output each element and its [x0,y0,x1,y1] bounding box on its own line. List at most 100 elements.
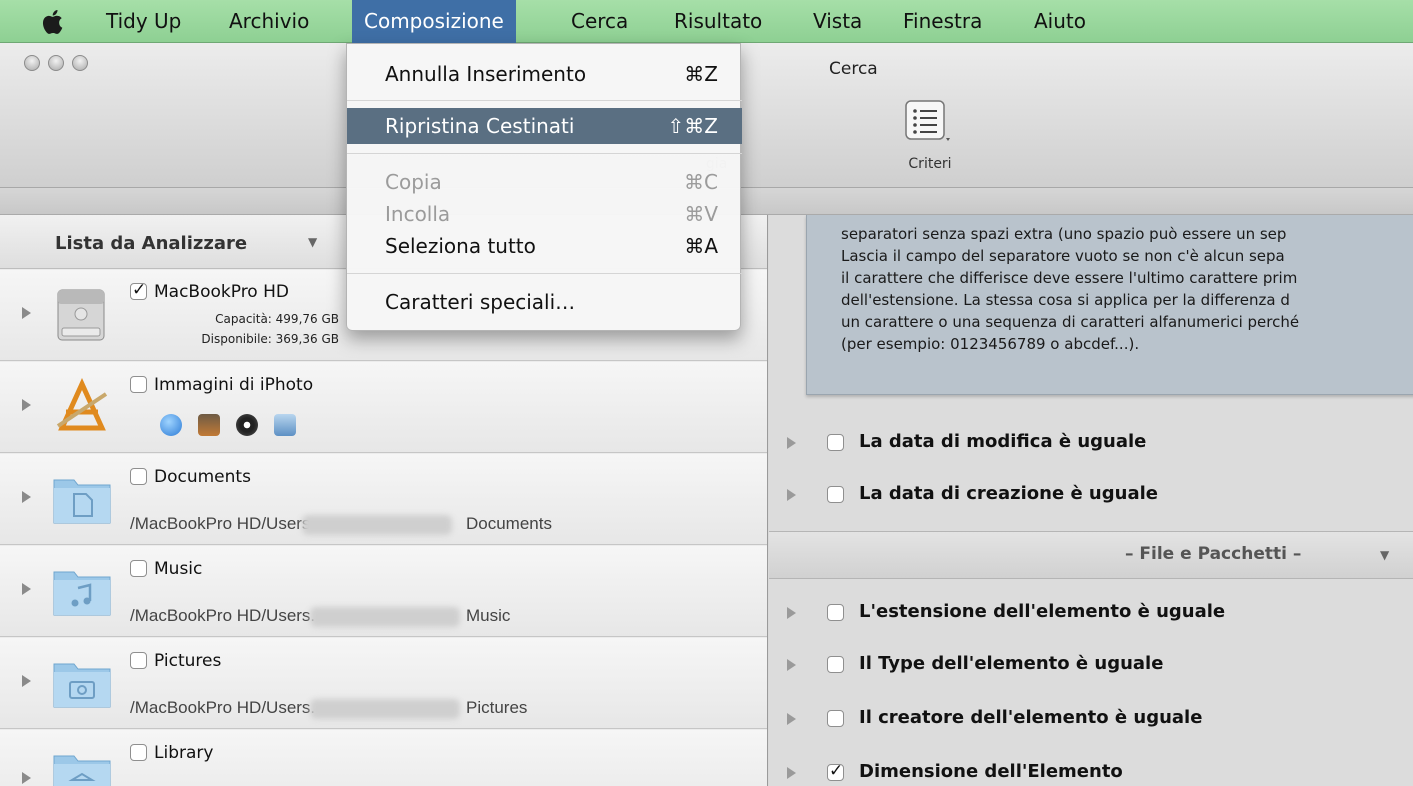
music-checkbox[interactable] [130,560,147,577]
list-item[interactable]: Immagini di iPhoto [0,362,767,453]
criterion-checkbox[interactable] [827,486,844,503]
menu-item-seleziona-tutto[interactable]: Seleziona tutto ⌘A [347,228,742,264]
documents-folder-icon [53,479,111,524]
list-item-name: Documents [154,467,251,487]
hard-drive-icon [57,289,105,341]
criteri-toolbar-button[interactable]: Criteri [880,98,980,178]
window-title: Cerca [829,59,878,79]
menu-item-copia[interactable]: Copia ⌘C [347,164,742,200]
menu-item-label: Caratteri speciali… [385,290,576,314]
aperture-icon [236,414,258,436]
disclosure-triangle-icon[interactable] [22,772,31,784]
section-header[interactable]: – File e Pacchetti – ▼ [769,531,1413,579]
criterion-row[interactable]: L'estensione dell'elemento è uguale [769,587,1413,639]
path-label-end: Pictures [466,698,528,717]
library-checkbox[interactable] [130,744,147,761]
info-description-box: separatori senza spazi extra (uno spazio… [806,215,1413,395]
criterion-row[interactable]: La data di modifica è uguale [769,417,1413,469]
criterion-checkbox[interactable] [827,434,844,451]
available-label: Disponibile: 369,36 GB [201,332,339,346]
disclosure-triangle-icon[interactable] [787,713,796,725]
menu-finestra[interactable]: Finestra [903,0,982,43]
disclosure-triangle-icon[interactable] [787,489,796,501]
disclosure-triangle-icon[interactable] [787,607,796,619]
menu-item-incolla[interactable]: Incolla ⌘V [347,196,742,232]
criterion-checkbox[interactable] [827,761,844,781]
menu-item-label: Incolla [385,202,451,226]
criterion-label: L'estensione dell'elemento è uguale [859,601,1226,622]
criterion-checkbox[interactable] [827,710,844,727]
menu-separator [347,153,742,154]
list-item[interactable]: Music /MacBookPro HD/Users. Music [0,546,767,637]
disclosure-triangle-icon[interactable] [22,583,31,595]
list-item[interactable]: Library [0,730,767,786]
macbookpro-hd-checkbox[interactable] [130,280,147,300]
documents-checkbox[interactable] [130,468,147,485]
redacted-username [310,607,460,627]
info-text-line: separatori senza spazi extra (uno spazio… [841,225,1287,243]
path-label-end: Music [466,606,511,625]
menu-separator [347,100,742,101]
criterion-checkbox[interactable] [827,656,844,673]
criterion-row[interactable]: Il creatore dell'elemento è uguale [769,693,1413,745]
apple-logo-icon[interactable] [40,8,68,36]
minimize-window-button[interactable] [48,55,64,71]
disclosure-triangle-icon[interactable] [22,399,31,411]
list-icon [905,100,950,141]
menu-aiuto[interactable]: Aiuto [1034,0,1086,43]
path-label: /MacBookPro HD/Users. [130,606,316,625]
menu-vista[interactable]: Vista [813,0,862,43]
criterion-label: Dimensione dell'Elemento [859,761,1123,782]
redacted-username [310,699,460,719]
list-item[interactable]: Documents /MacBookPro HD/Users Documents [0,454,767,545]
zoom-window-button[interactable] [72,55,88,71]
pictures-folder-icon [53,663,111,708]
chevron-down-icon[interactable]: ▼ [1380,548,1389,562]
criteria-panel: separatori senza spazi extra (uno spazio… [769,215,1413,786]
path-label-end: Documents [466,514,552,533]
list-item[interactable]: Pictures /MacBookPro HD/Users. Pictures [0,638,767,729]
info-text-line: un carattere o una sequenza di caratteri… [841,313,1300,331]
menu-item-caratteri-speciali[interactable]: Caratteri speciali… [347,284,742,320]
menu-item-shortcut: ⌘C [684,170,718,194]
menu-app-name[interactable]: Tidy Up [106,0,181,43]
criterion-row[interactable]: Il Type dell'elemento è uguale [769,639,1413,691]
disclosure-triangle-icon[interactable] [22,307,31,319]
menu-item-shortcut: ⌘V [684,202,718,226]
disclosure-triangle-icon[interactable] [787,659,796,671]
imovie-icon [198,414,220,436]
redacted-username [302,515,452,535]
info-text-line: dell'estensione. La stessa cosa si appli… [841,291,1290,309]
disclosure-triangle-icon[interactable] [787,437,796,449]
criterion-row[interactable]: Dimensione dell'Elemento [769,747,1413,786]
path-label: /MacBookPro HD/Users. [130,698,316,717]
disclosure-triangle-icon[interactable] [22,675,31,687]
list-item-name: Pictures [154,651,222,671]
menu-item-annulla[interactable]: Annulla Inserimento ⌘Z [347,56,742,92]
music-folder-icon [53,571,111,616]
list-item-name: MacBookPro HD [154,282,289,302]
criterion-row[interactable]: La data di creazione è uguale [769,469,1413,521]
info-text-line: (per esempio: 0123456789 o abcdef...). [841,335,1140,353]
criterion-label: La data di creazione è uguale [859,483,1158,504]
disclosure-triangle-icon[interactable] [22,491,31,503]
menu-item-label: Annulla Inserimento [385,62,587,86]
criteri-label: Criteri [908,156,952,172]
chevron-down-icon[interactable]: ▼ [308,235,317,249]
path-label: /MacBookPro HD/Users [130,514,311,533]
menu-item-shortcut: ⇧⌘Z [667,114,718,138]
menu-item-ripristina[interactable]: Ripristina Cestinati ⇧⌘Z [347,108,742,144]
menu-risultato[interactable]: Risultato [674,0,762,43]
criterion-checkbox[interactable] [827,604,844,621]
edit-menu-dropdown: Annulla Inserimento ⌘Z Ripristina Cestin… [346,43,742,331]
menu-composizione[interactable]: Composizione [352,0,516,43]
menu-item-label: Ripristina Cestinati [385,114,575,138]
pictures-checkbox[interactable] [130,652,147,669]
immagini-iphoto-checkbox[interactable] [130,376,147,393]
menu-cerca[interactable]: Cerca [571,0,628,43]
close-window-button[interactable] [24,55,40,71]
menu-archivio[interactable]: Archivio [229,0,309,43]
list-item-name: Immagini di iPhoto [154,375,314,395]
disclosure-triangle-icon[interactable] [787,767,796,779]
list-item-name: Library [154,743,214,763]
